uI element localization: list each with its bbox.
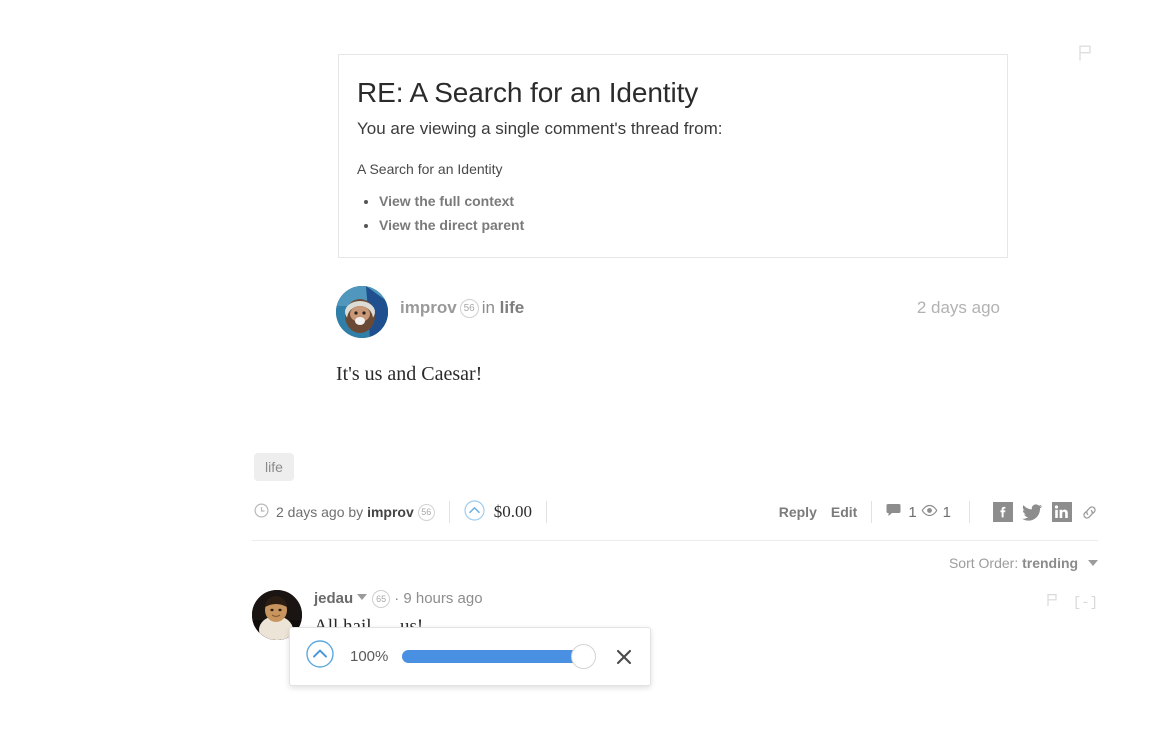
slider-handle[interactable] <box>571 644 596 669</box>
section-divider <box>252 540 1098 541</box>
in-label: in <box>481 298 495 317</box>
facebook-icon[interactable] <box>993 502 1013 522</box>
parent-post-title: A Search for an Identity <box>357 161 503 177</box>
tag-life[interactable]: life <box>254 453 294 481</box>
close-icon[interactable] <box>614 647 634 667</box>
divider <box>871 501 873 523</box>
vote-percent-label: 100% <box>350 648 389 665</box>
sort-order-label: Sort Order: <box>948 555 1019 571</box>
list-item[interactable]: View the direct parent <box>379 217 989 233</box>
vote-slider-popup: 100% <box>289 627 651 686</box>
list-item[interactable]: View the full context <box>379 193 989 209</box>
author-row: improv 56 in life 2 days ago <box>336 286 1000 338</box>
tag-row: life <box>254 453 294 481</box>
post-author-reputation: 56 <box>417 503 435 521</box>
avatar[interactable] <box>336 286 388 338</box>
view-direct-parent-link[interactable]: View the direct parent <box>379 217 524 233</box>
divider <box>448 501 450 523</box>
author-reputation: 56 <box>459 299 479 318</box>
comment-controls: [-] <box>1043 591 1098 614</box>
reply-button[interactable]: Reply <box>779 504 817 520</box>
author-name[interactable]: improv <box>400 298 457 317</box>
meta-separator: · <box>394 590 400 607</box>
collapse-toggle[interactable]: [-] <box>1073 595 1098 611</box>
payout-value[interactable]: $0.00 <box>494 502 532 522</box>
divider <box>969 501 970 523</box>
link-icon[interactable] <box>1081 504 1098 521</box>
vote-percent-slider[interactable] <box>402 644 596 669</box>
post-author-link[interactable]: improv <box>367 504 414 520</box>
chevron-down-icon[interactable] <box>357 594 368 600</box>
sort-order-control[interactable]: Sort Order: trending <box>949 555 1098 571</box>
flag-icon[interactable] <box>1074 42 1096 64</box>
clock-icon <box>254 503 269 521</box>
chevron-down-icon[interactable] <box>1088 560 1098 566</box>
flag-icon[interactable] <box>1043 591 1061 614</box>
author-meta: improv 56 in life <box>400 296 524 320</box>
post-action-bar: 2 days ago by improv 56 $0.00 Reply Edit … <box>254 498 1098 526</box>
edit-button[interactable]: Edit <box>831 504 857 520</box>
community-link[interactable]: life <box>500 298 525 317</box>
page-root: RE: A Search for an Identity You are vie… <box>0 0 1164 732</box>
action-bar-right: Reply Edit 1 1 <box>765 498 1098 526</box>
sort-order-value[interactable]: trending <box>1022 555 1078 571</box>
comment-timestamp: 9 hours ago <box>403 590 483 607</box>
comment-count: 1 <box>908 503 917 521</box>
linkedin-icon[interactable] <box>1052 502 1072 522</box>
comment-meta: jedau 65 · 9 hours ago <box>314 590 483 608</box>
post-age-label: 2 days ago by improv <box>276 504 414 520</box>
twitter-icon[interactable] <box>1022 502 1043 522</box>
comment-author-reputation: 65 <box>372 590 391 608</box>
upvote-circle-icon[interactable] <box>306 640 334 673</box>
divider <box>546 501 547 523</box>
context-links: View the full context View the direct pa… <box>357 193 989 233</box>
slider-fill <box>402 650 584 663</box>
comment-icon[interactable] <box>886 503 903 521</box>
post-timestamp: 2 days ago <box>916 298 1000 317</box>
view-full-context-link[interactable]: View the full context <box>379 193 514 209</box>
eye-icon[interactable] <box>921 504 938 520</box>
comment-author[interactable]: jedau <box>314 590 353 607</box>
view-count: 1 <box>942 503 951 521</box>
post-body: It's us and Caesar! <box>336 363 483 385</box>
page-title: RE: A Search for an Identity <box>357 77 699 108</box>
action-bar-left: 2 days ago by improv 56 $0.00 <box>254 498 561 526</box>
card-subtitle: You are viewing a single comment's threa… <box>357 119 723 138</box>
upvote-icon[interactable] <box>464 500 485 524</box>
context-card: RE: A Search for an Identity You are vie… <box>338 54 1008 258</box>
